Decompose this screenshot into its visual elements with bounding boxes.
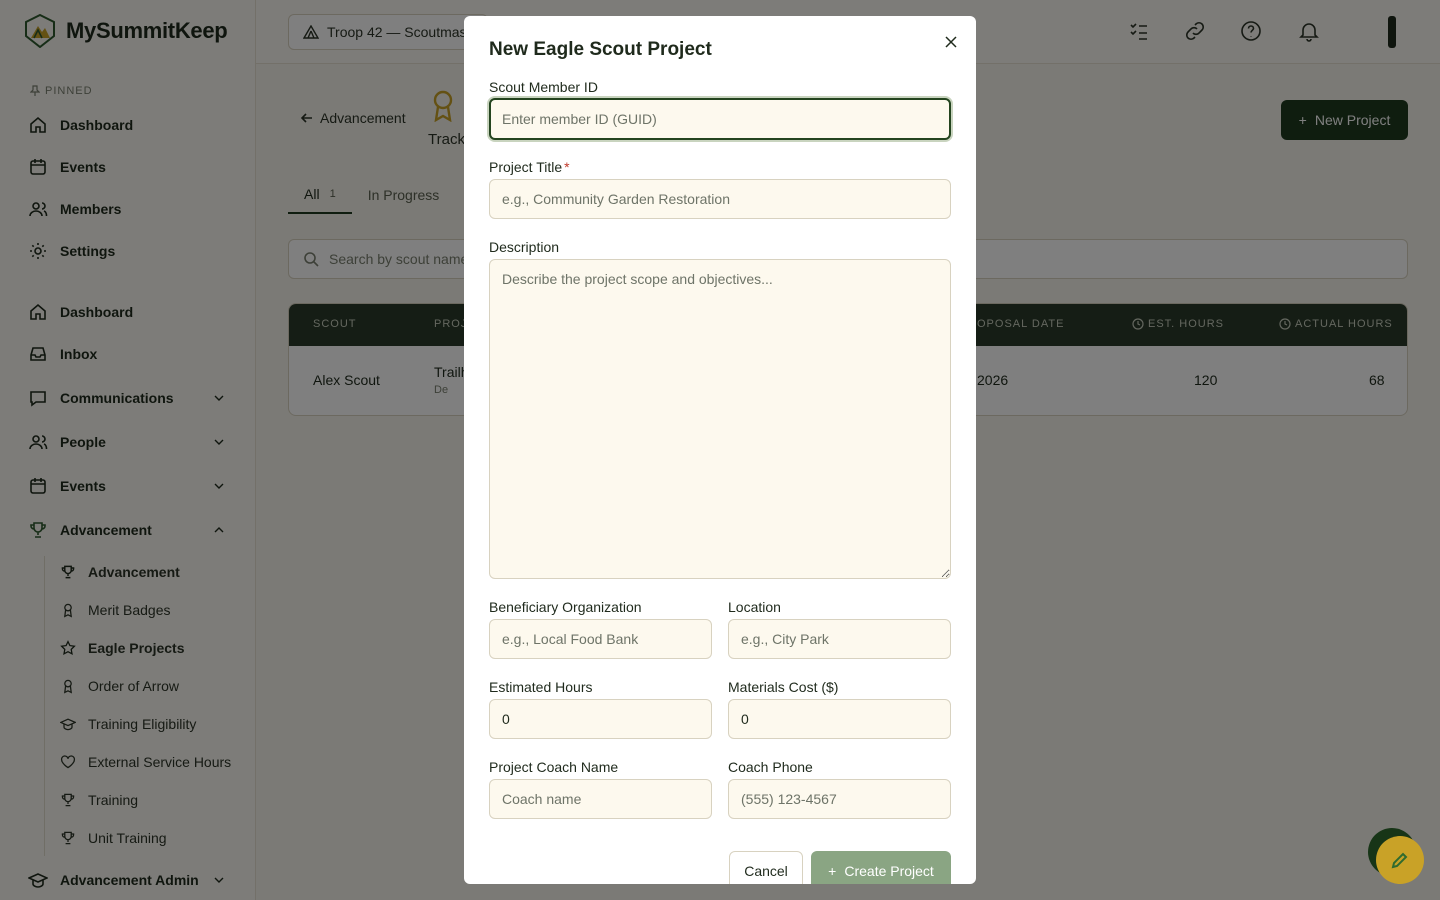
location-label: Location [728,599,781,615]
coach-phone-input[interactable] [728,779,951,819]
coach-phone-label: Coach Phone [728,759,813,775]
description-label: Description [489,239,560,255]
project-title-label: Project Title * [489,159,570,175]
required-mark: * [564,159,570,175]
estimated-hours-label: Estimated Hours [489,679,593,695]
materials-cost-input[interactable] [728,699,951,739]
description-textarea[interactable] [489,259,951,579]
coach-name-label: Project Coach Name [489,759,619,775]
close-button[interactable] [942,33,960,51]
member-id-input[interactable] [489,98,951,140]
coach-name-input[interactable] [489,779,712,819]
quick-edit-button[interactable] [1376,836,1424,884]
create-project-button[interactable]: + Create Project [811,851,951,884]
dialog-title: New Eagle Scout Project [489,39,712,60]
materials-cost-label: Materials Cost ($) [728,679,839,695]
location-input[interactable] [728,619,951,659]
estimated-hours-input[interactable] [489,699,712,739]
plus-icon: + [828,863,837,879]
new-eagle-project-dialog: New Eagle Scout Project Scout Member ID … [464,16,976,884]
project-title-input[interactable] [489,179,951,219]
cancel-button[interactable]: Cancel [729,851,803,884]
member-id-label: Scout Member ID [489,79,598,95]
close-icon [945,36,957,48]
beneficiary-input[interactable] [489,619,712,659]
beneficiary-label: Beneficiary Organization [489,599,642,615]
pencil-icon [1391,852,1408,869]
